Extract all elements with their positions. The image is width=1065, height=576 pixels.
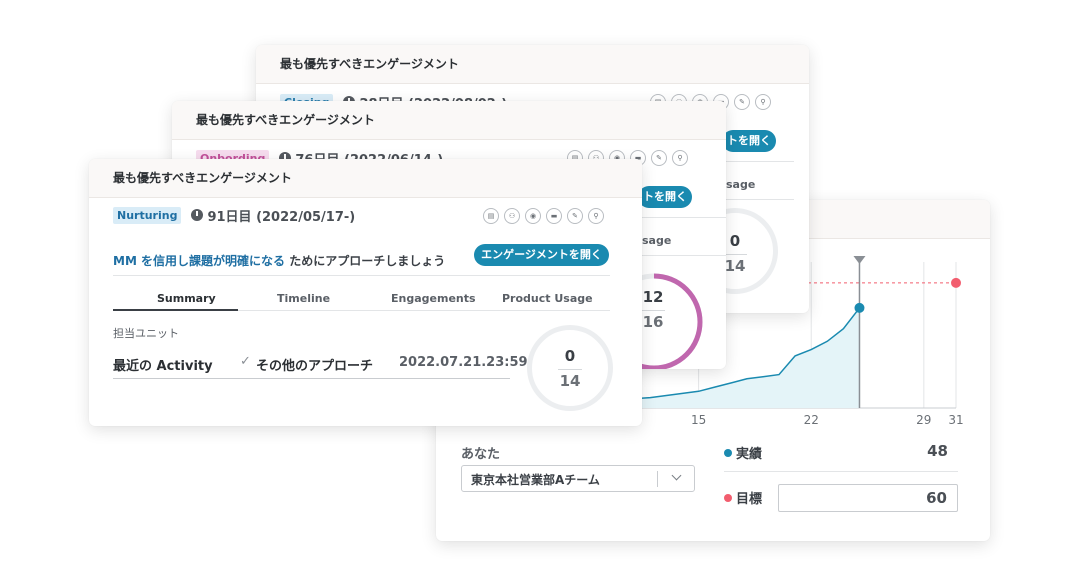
stage-badge: Nurturing (113, 206, 182, 224)
check-icon: ✓ (240, 354, 251, 369)
target-input-value: 60 (926, 489, 947, 507)
message-rest: ためにアプローチしましょう (285, 254, 446, 268)
engagement-card-nurturing: 最も優先すべきエンゲージメント Nurturing 91日目 (2022/05/… (89, 159, 642, 426)
actual-dot (854, 302, 865, 313)
target-dot-icon (724, 494, 732, 502)
person-icon[interactable]: ⚲ (755, 94, 771, 110)
pen-icon[interactable]: ✎ (567, 208, 583, 224)
tab-underline (722, 199, 794, 200)
chat-icon[interactable]: ▬ (546, 208, 562, 224)
usage-ring (527, 325, 613, 411)
usage-current: 0 (564, 347, 576, 365)
x-tick-label: 29 (916, 413, 931, 427)
activity-date: 2022.07.21.23:59 (399, 355, 528, 370)
recommendation-message: MM を信用し課題が明確になる ためにアプローチしましょう (113, 252, 445, 269)
actual-dot-icon (724, 449, 732, 457)
chevron-down-icon (671, 470, 682, 481)
actual-label: 実績 (736, 447, 763, 462)
actual-value: 48 (927, 442, 948, 460)
team-select[interactable]: 東京本社営業部Aチーム (461, 465, 695, 492)
action-icons: ▤ ⚇ ◉ ▬ ✎ ⚲ (478, 208, 604, 224)
ring-divider (723, 254, 747, 255)
days-text: 91日目 (2022/05/17-) (207, 209, 356, 225)
message-highlight: MM を信用し課題が明確になる (113, 254, 286, 268)
open-engagement-button[interactable]: トを開く (638, 186, 692, 208)
chart-x-ticks: 15 22 29 31 (691, 413, 964, 427)
tab-timeline[interactable]: Timeline (277, 292, 330, 305)
card-title: 最も優先すべきエンゲージメント (256, 45, 809, 84)
today-marker-icon (853, 256, 866, 264)
x-tick-label: 22 (804, 413, 819, 427)
activity-label: 最近の Activity (113, 359, 213, 374)
card-title: 最も優先すべきエンゲージメント (172, 101, 726, 140)
target-legend: 目標 60 (724, 484, 958, 514)
activity-divider (113, 378, 510, 379)
open-engagement-button[interactable]: トを開く (722, 130, 776, 152)
person-icon[interactable]: ⚲ (588, 208, 604, 224)
activity-row[interactable]: 最近の Activity ✓ その他のアプローチ 2022.07.21.23:5… (113, 349, 528, 379)
clock-icon (191, 209, 204, 221)
divider (722, 161, 794, 162)
ring-divider (558, 369, 582, 370)
target-dot (951, 277, 961, 288)
person-icon[interactable]: ⚲ (672, 150, 688, 166)
target-label: 目標 (736, 492, 763, 507)
pen-icon[interactable]: ✎ (734, 94, 750, 110)
tab-product-usage[interactable]: sage (726, 178, 755, 191)
usage-total: 14 (559, 372, 581, 390)
target-icon[interactable]: ◉ (525, 208, 541, 224)
days-elapsed: 91日目 (2022/05/17-) (191, 206, 355, 225)
tab-product-usage[interactable]: sage (642, 234, 671, 247)
divider (638, 217, 726, 218)
team-select-value: 東京本社営業部Aチーム (471, 473, 600, 487)
divider (113, 275, 610, 276)
status-row: Nurturing 91日目 (2022/05/17-) (113, 205, 355, 225)
card-title: 最も優先すべきエンゲージメント (89, 159, 642, 198)
actual-legend: 実績 48 (724, 442, 958, 472)
ring-divider (641, 310, 665, 311)
activity-type: その他のアプローチ (256, 359, 374, 374)
tab-summary[interactable]: Summary (157, 292, 216, 305)
tab-underline (638, 255, 726, 256)
tab-summary-active-indicator (113, 309, 238, 311)
open-engagement-button[interactable]: エンゲージメントを開く (474, 244, 609, 266)
tab-engagements[interactable]: Engagements (391, 292, 476, 305)
pen-icon[interactable]: ✎ (651, 150, 667, 166)
tab-product-usage[interactable]: Product Usage (502, 292, 593, 305)
section-label: 担当ユニット (113, 327, 179, 340)
x-tick-label: 31 (948, 413, 963, 427)
you-label: あなた (461, 447, 501, 462)
select-divider (657, 471, 658, 487)
doc-icon[interactable]: ▤ (483, 208, 499, 224)
people-icon[interactable]: ⚇ (504, 208, 520, 224)
target-input[interactable]: 60 (778, 484, 958, 512)
x-tick-label: 15 (691, 413, 706, 427)
